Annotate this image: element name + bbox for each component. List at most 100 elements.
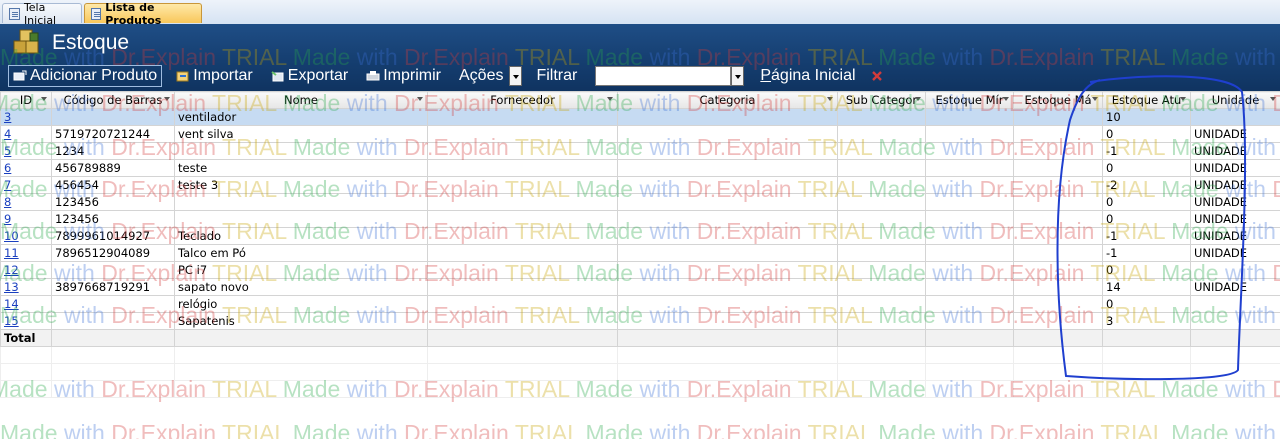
cell-current[interactable]: -2 xyxy=(1102,176,1191,194)
cell-subcategory[interactable] xyxy=(837,142,926,160)
cell-id[interactable]: 15 xyxy=(0,312,52,330)
cell-barcode[interactable]: 456789889 xyxy=(51,159,175,177)
table-row[interactable]: 8 123456 0 UNIDADE xyxy=(0,193,1280,211)
record-id-link[interactable]: 15 xyxy=(4,314,19,328)
sort-arrow-icon[interactable] xyxy=(827,97,833,101)
table-row[interactable]: 4 5719720721244 vent silva 0 UNIDADE xyxy=(0,125,1280,143)
table-row[interactable]: 7 456454 teste 3 -2 UNIDADE xyxy=(0,176,1280,194)
column-header-barcode[interactable]: Código de Barras xyxy=(51,91,175,109)
column-header-subcategory[interactable]: Sub Categor xyxy=(837,91,926,109)
cell-max[interactable] xyxy=(1013,159,1103,177)
record-id-link[interactable]: 14 xyxy=(4,297,19,311)
cell-supplier[interactable] xyxy=(427,108,618,126)
cell-unit[interactable] xyxy=(1190,108,1280,126)
cell-subcategory[interactable] xyxy=(837,261,926,279)
column-header-supplier[interactable]: Fornecedor xyxy=(427,91,618,109)
table-row[interactable]: 9 123456 0 UNIDADE xyxy=(0,210,1280,228)
cell-id[interactable]: 5 xyxy=(0,142,52,160)
cell-name[interactable]: ventilador xyxy=(174,108,428,126)
cell-current[interactable]: 0 xyxy=(1102,159,1191,177)
table-row[interactable]: 15 Sapatenis 3 xyxy=(0,312,1280,330)
cell-unit[interactable]: UNIDADE xyxy=(1190,193,1280,211)
cell-supplier[interactable] xyxy=(427,176,618,194)
cell-barcode[interactable]: 456454 xyxy=(51,176,175,194)
cell-supplier[interactable] xyxy=(427,312,618,330)
cell-unit[interactable] xyxy=(1190,261,1280,279)
cell-supplier[interactable] xyxy=(427,193,618,211)
cell-unit[interactable]: UNIDADE xyxy=(1190,125,1280,143)
record-id-link[interactable]: 12 xyxy=(4,263,19,277)
cell-category[interactable] xyxy=(617,312,838,330)
cell-max[interactable] xyxy=(1013,193,1103,211)
table-row[interactable]: 14 relógio 0 xyxy=(0,295,1280,313)
cell-subcategory[interactable] xyxy=(837,176,926,194)
cell-unit[interactable]: UNIDADE xyxy=(1190,210,1280,228)
cell-min[interactable] xyxy=(925,125,1014,143)
cell-category[interactable] xyxy=(617,125,838,143)
record-id-link[interactable]: 5 xyxy=(4,144,11,158)
dropdown-arrow-icon[interactable] xyxy=(509,66,523,86)
cell-min[interactable] xyxy=(925,278,1014,296)
column-header-id[interactable]: ID xyxy=(0,91,52,109)
cell-supplier[interactable] xyxy=(427,210,618,228)
cell-subcategory[interactable] xyxy=(837,210,926,228)
record-id-link[interactable]: 3 xyxy=(4,110,11,124)
column-header-category[interactable]: Categoria xyxy=(617,91,838,109)
cell-id[interactable]: 3 xyxy=(0,108,52,126)
table-row[interactable]: 5 1234 -1 UNIDADE xyxy=(0,142,1280,160)
cell-max[interactable] xyxy=(1013,312,1103,330)
cell-unit[interactable]: UNIDADE xyxy=(1190,227,1280,245)
cell-unit[interactable]: UNIDADE xyxy=(1190,176,1280,194)
cell-barcode[interactable] xyxy=(51,261,175,279)
record-id-link[interactable]: 11 xyxy=(4,246,19,260)
cell-barcode[interactable]: 123456 xyxy=(51,193,175,211)
cell-name[interactable]: Teclado xyxy=(174,227,428,245)
add-product-button[interactable]: Adicionar Produto xyxy=(8,65,163,87)
column-header-current-stock[interactable]: Estoque Atu xyxy=(1102,91,1191,109)
record-id-link[interactable]: 4 xyxy=(4,127,11,141)
cell-min[interactable] xyxy=(925,227,1014,245)
cell-max[interactable] xyxy=(1013,261,1103,279)
cell-max[interactable] xyxy=(1013,244,1103,262)
cell-current[interactable]: 10 xyxy=(1102,108,1191,126)
cell-max[interactable] xyxy=(1013,125,1103,143)
cell-category[interactable] xyxy=(617,210,838,228)
cell-name[interactable] xyxy=(174,193,428,211)
cell-max[interactable] xyxy=(1013,295,1103,313)
cell-supplier[interactable] xyxy=(427,227,618,245)
column-header-unit[interactable]: Unidade xyxy=(1190,91,1280,109)
cell-current[interactable]: 0 xyxy=(1102,125,1191,143)
cell-supplier[interactable] xyxy=(427,142,618,160)
cell-subcategory[interactable] xyxy=(837,227,926,245)
sort-arrow-icon[interactable] xyxy=(1180,97,1186,101)
cell-min[interactable] xyxy=(925,210,1014,228)
record-id-link[interactable]: 7 xyxy=(4,178,11,192)
cell-barcode[interactable]: 3897668719291 xyxy=(51,278,175,296)
cell-min[interactable] xyxy=(925,159,1014,177)
cell-min[interactable] xyxy=(925,261,1014,279)
cell-category[interactable] xyxy=(617,244,838,262)
actions-dropdown[interactable]: Ações xyxy=(455,65,526,87)
column-header-min-stock[interactable]: Estoque Mír xyxy=(925,91,1014,109)
sort-arrow-icon[interactable] xyxy=(915,97,921,101)
record-id-link[interactable]: 13 xyxy=(4,280,19,294)
table-row[interactable]: 10 7899961014927 Teclado -1 UNIDADE xyxy=(0,227,1280,245)
cell-category[interactable] xyxy=(617,176,838,194)
sort-arrow-icon[interactable] xyxy=(417,97,423,101)
cell-id[interactable]: 14 xyxy=(0,295,52,313)
cell-unit[interactable] xyxy=(1190,312,1280,330)
table-row[interactable]: 3 ventilador 10 xyxy=(0,108,1280,126)
cell-supplier[interactable] xyxy=(427,278,618,296)
cell-max[interactable] xyxy=(1013,142,1103,160)
cell-name[interactable]: Talco em Pó xyxy=(174,244,428,262)
cell-id[interactable]: 7 xyxy=(0,176,52,194)
sort-arrow-icon[interactable] xyxy=(1003,97,1009,101)
cell-max[interactable] xyxy=(1013,210,1103,228)
cell-category[interactable] xyxy=(617,159,838,177)
sort-arrow-icon[interactable] xyxy=(607,97,613,101)
dropdown-arrow-icon[interactable] xyxy=(731,66,745,86)
record-id-link[interactable]: 9 xyxy=(4,212,11,226)
cell-subcategory[interactable] xyxy=(837,295,926,313)
tab-lista-de-produtos[interactable]: Lista de Produtos xyxy=(84,1,202,27)
cell-current[interactable]: -1 xyxy=(1102,142,1191,160)
